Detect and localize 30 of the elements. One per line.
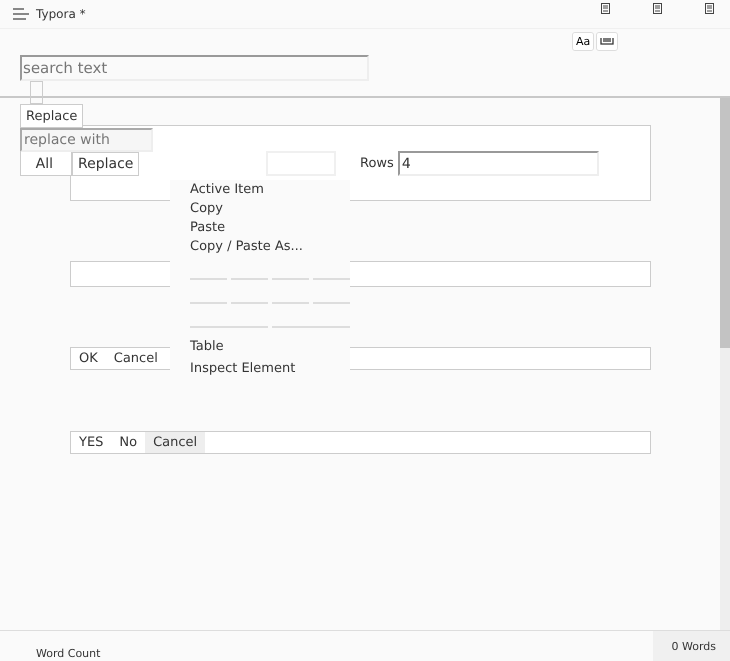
- search-field[interactable]: search text: [20, 55, 369, 81]
- replace-toggle-button[interactable]: Replace: [20, 104, 84, 128]
- glyph-icon[interactable]: [601, 2, 610, 14]
- keyboard-icon: [600, 36, 614, 46]
- dialog-button[interactable]: Cancel: [106, 348, 166, 369]
- menu-icon[interactable]: [13, 8, 29, 20]
- keyboard-button[interactable]: [596, 32, 618, 51]
- replace-button[interactable]: Replace: [72, 152, 140, 176]
- word-count-label: Word Count: [36, 646, 100, 660]
- dialog-button[interactable]: No: [111, 432, 146, 453]
- scrollbar-thumb[interactable]: [720, 98, 730, 348]
- menu-item[interactable]: Paste: [190, 218, 350, 237]
- rows-field[interactable]: 4: [398, 151, 599, 176]
- word-count[interactable]: 0 Words: [652, 631, 730, 661]
- menu-item[interactable]: Table: [190, 334, 350, 359]
- dialog-button[interactable]: YES: [71, 432, 112, 453]
- menu-item[interactable]: Inspect Element: [190, 359, 350, 378]
- replace-button[interactable]: All: [20, 152, 72, 176]
- menu-item[interactable]: Active Item: [190, 180, 350, 199]
- rows-label: Rows: [360, 156, 394, 171]
- menu-item[interactable]: Copy: [190, 199, 350, 218]
- toggle-box[interactable]: [30, 81, 43, 104]
- dialog-button[interactable]: OK: [71, 348, 106, 369]
- replace-field[interactable]: replace with: [20, 128, 153, 152]
- glyph-icon[interactable]: [705, 2, 714, 14]
- window-title: Typora *: [36, 7, 86, 21]
- glyph-icon[interactable]: [653, 2, 662, 14]
- match-case-button[interactable]: Aa: [572, 32, 594, 51]
- menu-item[interactable]: Copy / Paste As...: [190, 237, 350, 256]
- dialog-button[interactable]: Cancel: [145, 432, 206, 453]
